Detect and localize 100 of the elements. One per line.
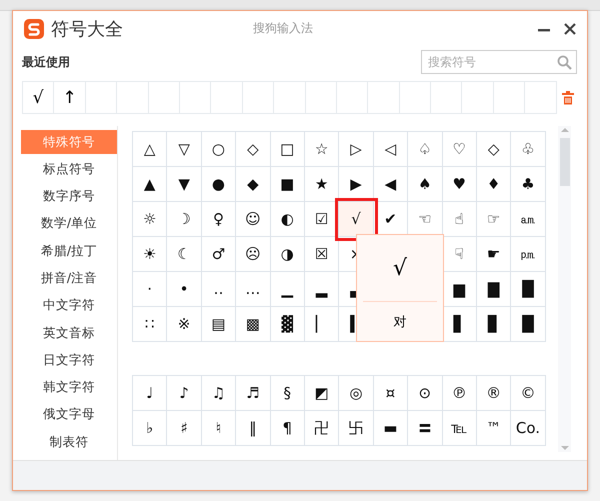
symbol-cell[interactable]: ‖ bbox=[236, 411, 271, 446]
symbol-cell[interactable]: ♦ bbox=[476, 167, 512, 202]
symbol-cell[interactable]: ◇ bbox=[236, 132, 271, 167]
symbol-cell[interactable]: ♮ bbox=[202, 411, 236, 446]
symbol-cell[interactable]: ▤ bbox=[202, 307, 236, 342]
symbol-cell[interactable]: ☽ bbox=[167, 202, 202, 237]
symbol-cell[interactable]: ™ bbox=[476, 411, 512, 446]
symbol-name: 对 bbox=[392, 314, 408, 332]
symbol-cell[interactable]: ▩ bbox=[236, 307, 271, 342]
symbol-cell[interactable]: Co. bbox=[511, 411, 546, 446]
category-tab[interactable]: 俄文字母 bbox=[21, 402, 117, 427]
symbol-cell[interactable]: ◑ bbox=[270, 237, 305, 272]
symbol-cell[interactable]: ♠ bbox=[408, 167, 443, 202]
symbol-cell[interactable]: ♭ bbox=[133, 411, 168, 446]
symbol-cell[interactable]: 卐 bbox=[339, 411, 374, 446]
search-field[interactable]: 搜索符号 bbox=[421, 50, 577, 74]
category-tab[interactable]: 数字序号 bbox=[21, 184, 117, 209]
symbol-cell[interactable]: ☀ bbox=[133, 237, 168, 272]
symbol-cell[interactable]: █ bbox=[511, 307, 546, 342]
symbol-cell[interactable]: ℡ bbox=[442, 411, 477, 446]
symbol-cell[interactable]: ♧ bbox=[511, 132, 546, 167]
symbol-cell[interactable]: ☾ bbox=[167, 237, 202, 272]
symbol-cell[interactable]: ※ bbox=[167, 307, 202, 342]
category-tab[interactable]: 中文字符 bbox=[21, 294, 117, 318]
category-tab[interactable]: 韩文字符 bbox=[21, 376, 117, 400]
symbol-cell[interactable]: ㏂ bbox=[511, 202, 546, 237]
symbol-cell[interactable]: § bbox=[270, 376, 305, 411]
symbol-cell[interactable]: ¶ bbox=[270, 411, 305, 446]
symbol-cell[interactable]: ◐ bbox=[270, 202, 305, 237]
symbol-cell[interactable]: ▼ bbox=[167, 167, 202, 202]
symbol-cell[interactable]: ♀ bbox=[202, 202, 236, 237]
symbol-cell[interactable]: ‥ bbox=[202, 272, 236, 307]
symbol-cell[interactable]: ㏘ bbox=[511, 237, 546, 272]
symbol-cell[interactable]: ¤ bbox=[374, 376, 408, 411]
category-tab[interactable]: 希腊/拉丁 bbox=[21, 239, 117, 264]
symbol-cell[interactable]: ▷ bbox=[339, 132, 374, 167]
symbol-cell[interactable]: ☼ bbox=[133, 202, 168, 237]
symbol-cell[interactable]: © bbox=[511, 376, 546, 411]
logo-icon bbox=[23, 18, 45, 40]
symbol-cell[interactable]: ▲ bbox=[133, 167, 168, 202]
symbol-cell[interactable]: ♣ bbox=[511, 167, 546, 202]
symbol-cell[interactable]: ☒ bbox=[304, 237, 340, 272]
section-label: 最近使用 bbox=[22, 54, 70, 70]
symbol-cell[interactable]: ℗ bbox=[442, 376, 477, 411]
symbol-cell[interactable]: 〓 bbox=[408, 411, 443, 446]
symbol-cell[interactable]: ▏ bbox=[304, 307, 340, 342]
category-tab[interactable]: 制表符 bbox=[21, 430, 117, 454]
symbol-cell[interactable]: ◆ bbox=[236, 167, 271, 202]
symbol-cell[interactable]: ○ bbox=[202, 132, 236, 167]
symbol-cell[interactable]: ▁ bbox=[270, 272, 305, 307]
symbol-cell[interactable]: ® bbox=[476, 376, 512, 411]
symbol-cell[interactable]: ☞ bbox=[476, 202, 512, 237]
symbol-cell[interactable]: • bbox=[167, 272, 202, 307]
symbol-cell[interactable]: ☺ bbox=[236, 202, 271, 237]
symbol-cell[interactable]: ▽ bbox=[167, 132, 202, 167]
symbol-cell[interactable]: ● bbox=[202, 167, 236, 202]
symbol-cell[interactable]: ♥ bbox=[442, 167, 477, 202]
symbol-cell[interactable]: ♯ bbox=[167, 411, 202, 446]
symbol-cell[interactable]: ◁ bbox=[374, 132, 408, 167]
symbol-cell[interactable]: ♫ bbox=[202, 376, 236, 411]
window-title: 符号大全 bbox=[51, 18, 123, 41]
scrollbar[interactable] bbox=[558, 126, 571, 452]
symbol-cell[interactable]: ☹ bbox=[236, 237, 271, 272]
app-name: 搜狗输入法 bbox=[253, 20, 313, 37]
category-tab[interactable]: 标点符号 bbox=[21, 157, 117, 182]
search-icon[interactable] bbox=[557, 55, 572, 70]
symbol-cell[interactable]: ▓ bbox=[270, 307, 305, 342]
symbol-cell[interactable]: ♪ bbox=[167, 376, 202, 411]
scroll-down-icon[interactable] bbox=[558, 444, 570, 452]
symbol-cell[interactable]: ♡ bbox=[442, 132, 477, 167]
symbol-cell[interactable]: ▂ bbox=[304, 272, 340, 307]
trash-icon[interactable] bbox=[562, 90, 574, 104]
symbol-cell[interactable]: △ bbox=[133, 132, 168, 167]
scroll-thumb[interactable] bbox=[560, 138, 570, 186]
symbol-cell[interactable]: ♬ bbox=[236, 376, 271, 411]
category-tab[interactable]: 英文音标 bbox=[21, 321, 117, 346]
symbol-cell[interactable]: ◎ bbox=[339, 376, 374, 411]
symbol-cell[interactable]: ⊙ bbox=[408, 376, 443, 411]
symbol-cell[interactable]: █ bbox=[511, 272, 546, 307]
symbol-cell[interactable]: 卍 bbox=[304, 411, 340, 446]
symbol-cell[interactable]: ∷ bbox=[133, 307, 168, 342]
close-icon[interactable] bbox=[563, 22, 577, 36]
symbol-cell[interactable]: ◩ bbox=[304, 376, 340, 411]
symbol-cell[interactable]: ☆ bbox=[304, 132, 340, 167]
symbol-cell[interactable]: ▊ bbox=[476, 307, 512, 342]
scroll-up-icon[interactable] bbox=[558, 126, 570, 134]
symbol-cell[interactable]: ▇ bbox=[476, 272, 512, 307]
symbol-cell[interactable]: ♩ bbox=[133, 376, 168, 411]
symbol-cell[interactable]: ☛ bbox=[476, 237, 512, 272]
symbol-cell[interactable]: □ bbox=[270, 132, 305, 167]
category-tab[interactable]: 拼音/注音 bbox=[21, 266, 117, 290]
symbol-cell[interactable]: · bbox=[133, 272, 168, 307]
symbol-cell[interactable]: ▬ bbox=[374, 411, 408, 446]
symbol-cell[interactable]: ♤ bbox=[408, 132, 443, 167]
category-tab[interactable]: 日文字符 bbox=[21, 348, 117, 372]
symbol-cell[interactable]: ♂ bbox=[202, 237, 236, 272]
symbol-cell[interactable]: ■ bbox=[270, 167, 305, 202]
symbol-cell[interactable]: ◇ bbox=[476, 132, 512, 167]
symbol-cell[interactable]: … bbox=[236, 272, 271, 307]
category-tab[interactable]: 数学/单位 bbox=[21, 212, 117, 236]
